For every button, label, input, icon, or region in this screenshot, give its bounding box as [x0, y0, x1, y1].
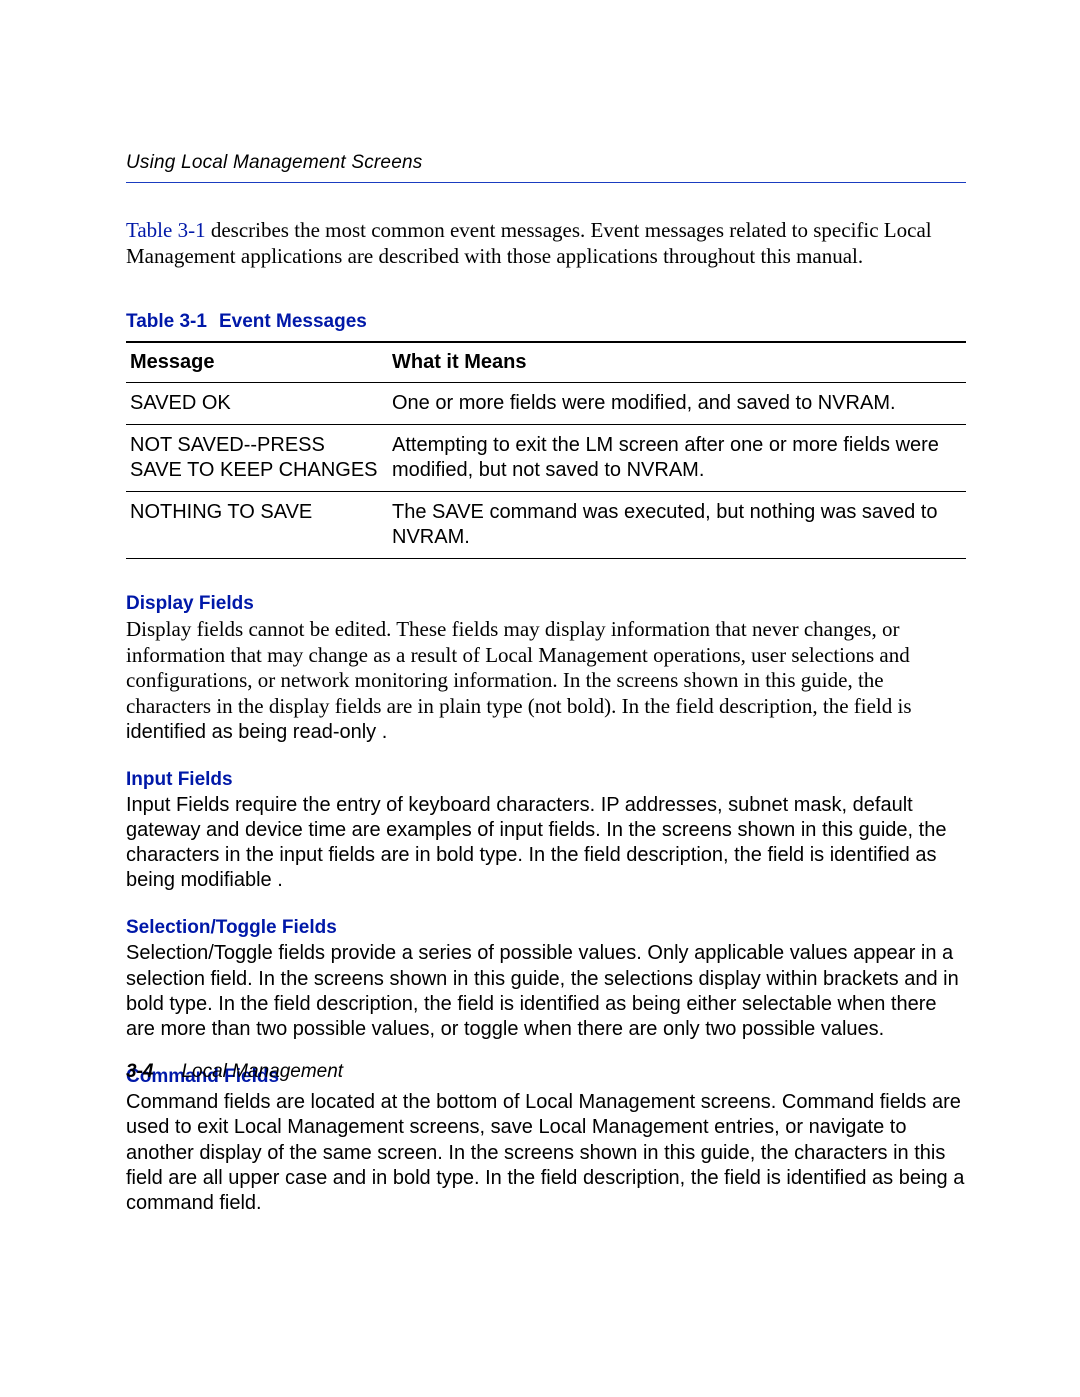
intro-paragraph: Table 3-1 describes the most common even… — [126, 217, 966, 269]
page-number: 3-4 — [126, 1061, 153, 1082]
cell-message: SAVED OK — [126, 383, 388, 425]
section-body: identified as being read-only . — [126, 720, 966, 745]
page-content: Using Local Management Screens Table 3-1… — [126, 152, 966, 1216]
sections: Display Fields Display fields cannot be … — [126, 593, 966, 1216]
running-header: Using Local Management Screens — [126, 152, 966, 183]
section-body: Selection/Toggle fields provide a series… — [126, 941, 966, 1042]
section-heading: Display Fields — [126, 593, 966, 615]
cell-message: NOTHING TO SAVE — [126, 492, 388, 559]
intro-text: describes the most common event messages… — [126, 218, 932, 268]
th-message: Message — [126, 342, 388, 383]
cell-meaning: One or more fields were modified, and sa… — [388, 383, 966, 425]
table-row: NOT SAVED--PRESS SAVE TO KEEP CHANGES At… — [126, 425, 966, 492]
section-body: Input Fields require the entry of keyboa… — [126, 793, 966, 894]
section-body: Display fields cannot be edited. These f… — [126, 617, 966, 719]
table-row: NOTHING TO SAVE The SAVE command was exe… — [126, 492, 966, 559]
table-caption-title: Event Messages — [219, 311, 367, 332]
table-row: SAVED OK One or more fields were modifie… — [126, 383, 966, 425]
cell-meaning: The SAVE command was executed, but nothi… — [388, 492, 966, 559]
section-heading: Input Fields — [126, 769, 966, 791]
table-header-row: Message What it Means — [126, 342, 966, 383]
cell-meaning: Attempting to exit the LM screen after o… — [388, 425, 966, 492]
cell-message: NOT SAVED--PRESS SAVE TO KEEP CHANGES — [126, 425, 388, 492]
page: Using Local Management Screens Table 3-1… — [0, 0, 1080, 1397]
section-body: Command fields are located at the bottom… — [126, 1090, 966, 1216]
table-caption: Table 3-1 Event Messages — [126, 311, 966, 333]
page-footer: 3-4 Local Management — [126, 1061, 343, 1083]
section-heading: Selection/Toggle Fields — [126, 917, 966, 939]
table-caption-number: Table 3-1 — [126, 311, 207, 332]
doc-title: Local Management — [181, 1061, 343, 1082]
event-messages-table: Message What it Means SAVED OK One or mo… — [126, 341, 966, 559]
th-meaning: What it Means — [388, 342, 966, 383]
table-ref-link[interactable]: Table 3-1 — [126, 218, 206, 242]
